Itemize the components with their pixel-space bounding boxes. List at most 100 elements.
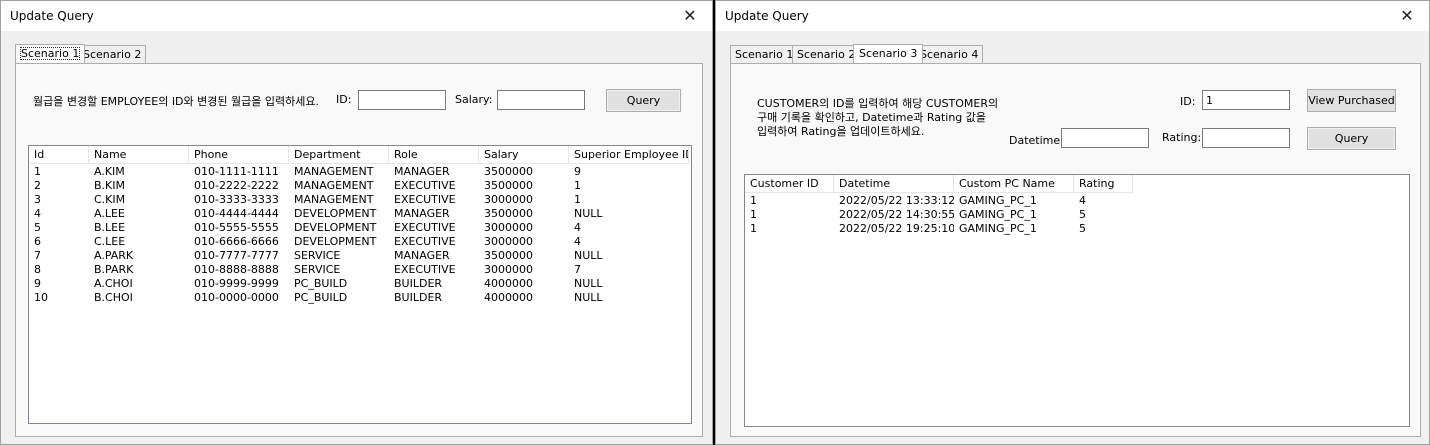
table-cell: A.KIM <box>94 165 125 178</box>
table-row[interactable]: 5 B.LEE 010-5555-5555 DEVELOPMENT EXECUTIVE 3… <box>29 221 689 235</box>
table-cell: 3 <box>34 193 41 206</box>
table-cell: 010-5555-5555 <box>194 221 279 234</box>
column-header[interactable]: Name <box>89 146 189 163</box>
table-row[interactable]: 4 A.LEE 010-4444-4444 DEVELOPMENT MANAGER 350… <box>29 207 689 221</box>
tab-scenario-1[interactable]: Scenario 1 <box>730 45 799 64</box>
query-button[interactable]: Query <box>606 89 681 112</box>
column-header[interactable]: Phone <box>189 146 289 163</box>
table-cell: MANAGEMENT <box>294 179 374 192</box>
purchase-grid[interactable]: Customer ID Datetime Custom PC Name Rating 1… <box>744 174 1410 427</box>
table-cell: 6 <box>34 235 41 248</box>
table-row[interactable]: 6 C.LEE 010-6666-6666 DEVELOPMENT EXECUTIVE 3… <box>29 235 689 249</box>
table-cell: MANAGER <box>394 165 450 178</box>
salary-input[interactable] <box>497 90 585 110</box>
table-cell: C.LEE <box>94 235 126 248</box>
table-cell: NULL <box>574 207 603 220</box>
table-cell: EXECUTIVE <box>394 179 456 192</box>
table-row[interactable]: 1 2022/05/22 14:30:55 GAMING_PC_1 5 <box>745 208 1133 222</box>
employee-grid-header: Id Name Phone Department Role Salary Superior … <box>29 146 689 164</box>
table-cell: B.KIM <box>94 179 125 192</box>
table-cell: 5 <box>1079 222 1086 235</box>
column-header[interactable]: Role <box>389 146 479 163</box>
table-cell: 010-1111-1111 <box>194 165 279 178</box>
table-cell: EXECUTIVE <box>394 193 456 206</box>
title-bar: Update Query ✕ <box>1 1 712 31</box>
table-row[interactable]: 1 2022/05/22 19:25:10 GAMING_PC_1 5 <box>745 222 1133 236</box>
table-cell: 010-7777-7777 <box>194 249 279 262</box>
close-icon[interactable]: ✕ <box>668 1 712 31</box>
table-cell: 010-8888-8888 <box>194 263 279 276</box>
tab-scenario-4[interactable]: Scenario 4 <box>915 45 984 64</box>
table-cell: GAMING_PC_1 <box>959 222 1037 235</box>
employee-grid[interactable]: Id Name Phone Department Role Salary Superior … <box>28 145 692 424</box>
table-row[interactable]: 3 C.KIM 010-3333-3333 MANAGEMENT EXECUTIVE 30… <box>29 193 689 207</box>
table-cell: 1 <box>574 179 581 192</box>
table-cell: EXECUTIVE <box>394 235 456 248</box>
table-cell: 9 <box>34 277 41 290</box>
table-cell: GAMING_PC_1 <box>959 194 1037 207</box>
table-row[interactable]: 1 2022/05/22 13:33:12 GAMING_PC_1 4 <box>745 194 1133 208</box>
table-cell: B.PARK <box>94 263 134 276</box>
table-row[interactable]: 7 A.PARK 010-7777-7777 SERVICE MANAGER 350000… <box>29 249 689 263</box>
customer-id-input[interactable] <box>1202 90 1290 110</box>
table-cell: 010-3333-3333 <box>194 193 279 206</box>
column-header[interactable]: Department <box>289 146 389 163</box>
table-cell: MANAGEMENT <box>294 165 374 178</box>
table-row[interactable]: 1 A.KIM 010-1111-1111 MANAGEMENT MANAGER 3500… <box>29 165 689 179</box>
table-cell: 010-0000-0000 <box>194 291 279 304</box>
instruction-text: 월급을 변경할 EMPLOYEE의 ID와 변경된 월급을 입력하세요. <box>33 95 319 108</box>
table-cell: 4 <box>1079 194 1086 207</box>
salary-label: Salary: <box>455 93 493 106</box>
table-row[interactable]: 8 B.PARK 010-8888-8888 SERVICE EXECUTIVE 3000… <box>29 263 689 277</box>
tab-scenario-2[interactable]: Scenario 2 <box>78 45 147 64</box>
column-header[interactable]: Superior Employee ID <box>569 146 689 163</box>
table-cell: GAMING_PC_1 <box>959 208 1037 221</box>
query-button[interactable]: Query <box>1307 127 1396 150</box>
table-cell: B.LEE <box>94 221 126 234</box>
table-cell: 8 <box>34 263 41 276</box>
table-cell: A.PARK <box>94 249 134 262</box>
column-header[interactable]: Custom PC Name <box>954 175 1074 192</box>
table-row[interactable]: 9 A.CHOI 010-9999-9999 PC_BUILD BUILDER 40000… <box>29 277 689 291</box>
column-header[interactable]: Salary <box>479 146 569 163</box>
table-cell: SERVICE <box>294 263 341 276</box>
table-cell: PC_BUILD <box>294 291 348 304</box>
tab-scenario-2[interactable]: Scenario 2 <box>792 45 861 64</box>
title-bar: Update Query ✕ <box>716 1 1429 31</box>
table-cell: MANAGER <box>394 249 450 262</box>
id-input[interactable] <box>358 90 446 110</box>
column-header[interactable]: Rating <box>1074 175 1133 192</box>
table-cell: A.CHOI <box>94 277 133 290</box>
column-header[interactable]: Datetime <box>834 175 954 192</box>
table-cell: 1 <box>750 222 757 235</box>
table-cell: EXECUTIVE <box>394 221 456 234</box>
table-cell: SERVICE <box>294 249 341 262</box>
table-cell: 010-9999-9999 <box>194 277 279 290</box>
table-row[interactable]: 10 B.CHOI 010-0000-0000 PC_BUILD BUILDER 4000… <box>29 291 689 305</box>
table-cell: 3500000 <box>484 165 533 178</box>
table-cell: B.CHOI <box>94 291 133 304</box>
table-cell: 4 <box>574 235 581 248</box>
table-cell: 2022/05/22 19:25:10 <box>839 222 954 235</box>
table-cell: DEVELOPMENT <box>294 235 377 248</box>
close-icon[interactable]: ✕ <box>1385 1 1429 31</box>
column-header[interactable]: Customer ID <box>745 175 834 192</box>
table-cell: 3500000 <box>484 207 533 220</box>
table-cell: 3000000 <box>484 193 533 206</box>
table-cell: 010-2222-2222 <box>194 179 279 192</box>
tab-scenario-1[interactable]: Scenario 1 <box>15 44 86 63</box>
table-cell: 3000000 <box>484 235 533 248</box>
datetime-input[interactable] <box>1061 128 1149 148</box>
datetime-label: Datetime: <box>1009 134 1064 147</box>
column-header[interactable]: Id <box>29 146 89 163</box>
update-query-window-1: Update Query ✕ Scenario 1 Scenario 2 월급을… <box>0 0 713 445</box>
instruction-text: CUSTOMER의 ID를 입력하여 해당 CUSTOMER의 구매 기록을 확… <box>757 97 999 138</box>
tab-scenario-3[interactable]: Scenario 3 <box>853 44 924 63</box>
table-row[interactable]: 2 B.KIM 010-2222-2222 MANAGEMENT EXECUTIVE 35… <box>29 179 689 193</box>
view-purchased-button[interactable]: View Purchased <box>1307 89 1396 112</box>
table-cell: MANAGER <box>394 207 450 220</box>
table-cell: 4000000 <box>484 291 533 304</box>
rating-input[interactable] <box>1202 128 1290 148</box>
rating-label: Rating: <box>1162 131 1202 144</box>
table-cell: 010-6666-6666 <box>194 235 279 248</box>
